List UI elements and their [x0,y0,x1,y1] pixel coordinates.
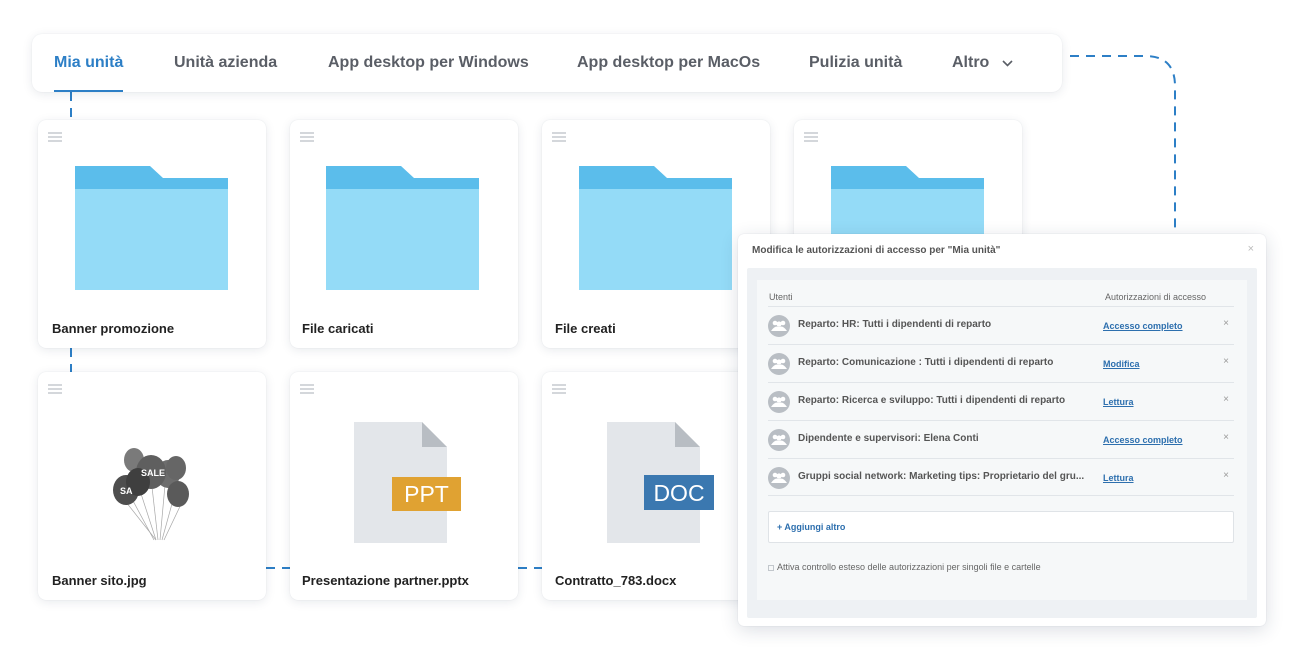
group-icon [768,353,790,375]
user-name: Gruppi social network: Marketing tips: P… [798,471,1085,482]
folder-icon [75,166,228,290]
permission-row: Dipendente e supervisori: Elena Conti Ac… [768,420,1234,458]
close-icon[interactable]: × [1223,470,1229,481]
card-name: File caricati [302,321,374,336]
doc-badge-label: DOC [653,480,704,506]
menu-lines-icon[interactable] [300,132,314,142]
close-icon[interactable]: × [1223,356,1229,367]
checkbox-box[interactable] [768,564,774,571]
folder-card[interactable]: File creati [542,120,770,348]
tab-pulizia-unita[interactable]: Pulizia unità [809,34,902,92]
group-icon [768,467,790,489]
tab-label: Pulizia unità [809,54,903,71]
column-header-users: Utenti [769,292,793,302]
file-card-doc[interactable]: DOC Contratto_783.docx [542,372,770,600]
access-level-link[interactable]: Accesso completo [1103,435,1183,445]
file-icon: DOC [607,422,714,543]
tab-app-desktop-macos[interactable]: App desktop per MacOs [577,34,760,92]
folder-card[interactable]: Banner promozione [38,120,266,348]
tab-label: Altro [952,54,990,72]
menu-lines-icon[interactable] [804,132,818,142]
access-level-link[interactable]: Accesso completo [1103,321,1183,331]
balloon-sale-text: SALE [141,468,165,478]
permission-row: Reparto: Comunicazione : Tutti i dipende… [768,344,1234,382]
dialog-title: Modifica le autorizzazioni di accesso pe… [752,245,1001,256]
image-card[interactable]: SALE SA Banner sito.jpg [38,372,266,600]
menu-lines-icon[interactable] [552,384,566,394]
balloons-image: SALE SA [113,448,189,541]
card-name: Banner promozione [52,321,175,336]
close-icon[interactable]: × [1248,243,1254,255]
file-icon: PPT [354,422,461,543]
access-level-link[interactable]: Modifica [1103,359,1140,369]
group-icon [768,429,790,451]
card-name: Contratto_783.docx [555,573,677,588]
menu-lines-icon[interactable] [48,384,62,394]
access-level-link[interactable]: Lettura [1103,473,1134,483]
tab-label: App desktop per MacOs [577,54,761,71]
menu-lines-icon[interactable] [48,132,62,142]
user-name: Reparto: HR: Tutti i dipendenti di repar… [798,319,992,330]
permission-row: Gruppi social network: Marketing tips: P… [768,458,1234,496]
balloon-sa-text: SA [120,486,133,496]
tab-unita-azienda[interactable]: Unità azienda [174,34,277,92]
extended-control-label: Attiva controllo esteso delle autorizzaz… [777,562,1041,572]
folder-icon [579,166,732,290]
extended-control-checkbox[interactable]: Attiva controllo esteso delle autorizzaz… [768,562,1041,572]
permission-row: Reparto: HR: Tutti i dipendenti di repar… [768,306,1234,344]
close-icon[interactable]: × [1223,394,1229,405]
permissions-dialog: Modifica le autorizzazioni di accesso pe… [738,234,1266,626]
card-name: Presentazione partner.pptx [302,573,469,588]
add-more-button[interactable]: + Aggiungi altro [768,511,1234,543]
folder-card[interactable]: File caricati [290,120,518,348]
menu-lines-icon[interactable] [552,132,566,142]
tab-label: App desktop per Windows [328,54,529,71]
group-icon [768,315,790,337]
permission-row: Reparto: Ricerca e sviluppo: Tutti i dip… [768,382,1234,420]
tab-label: Mia unità [54,54,124,71]
close-icon[interactable]: × [1223,318,1229,329]
close-icon[interactable]: × [1223,432,1229,443]
user-name: Dipendente e supervisori: Elena Conti [798,433,979,444]
file-card-ppt[interactable]: PPT Presentazione partner.pptx [290,372,518,600]
dialog-body: Utenti Autorizzazioni di accesso Reparto… [747,268,1257,618]
access-level-link[interactable]: Lettura [1103,397,1134,407]
group-icon [768,391,790,413]
column-header-access: Autorizzazioni di accesso [1105,292,1207,302]
permissions-table: Utenti Autorizzazioni di accesso Reparto… [757,280,1247,600]
chevron-down-icon [1002,34,1013,92]
tab-app-desktop-windows[interactable]: App desktop per Windows [328,34,529,92]
user-name: Reparto: Comunicazione : Tutti i dipende… [798,357,1054,368]
folder-icon [326,166,479,290]
tab-mia-unita[interactable]: Mia unità [54,34,124,92]
card-name: Banner sito.jpg [52,573,147,588]
card-name: File creati [555,321,616,336]
tab-altro[interactable]: Altro [952,34,1013,92]
ppt-badge-label: PPT [404,481,449,507]
top-tab-bar: Mia unità Unità azienda App desktop per … [32,34,1062,92]
menu-lines-icon[interactable] [300,384,314,394]
tab-label: Unità azienda [174,54,278,71]
user-name: Reparto: Ricerca e sviluppo: Tutti i dip… [798,395,1066,406]
add-more-label: + Aggiungi altro [777,522,846,532]
